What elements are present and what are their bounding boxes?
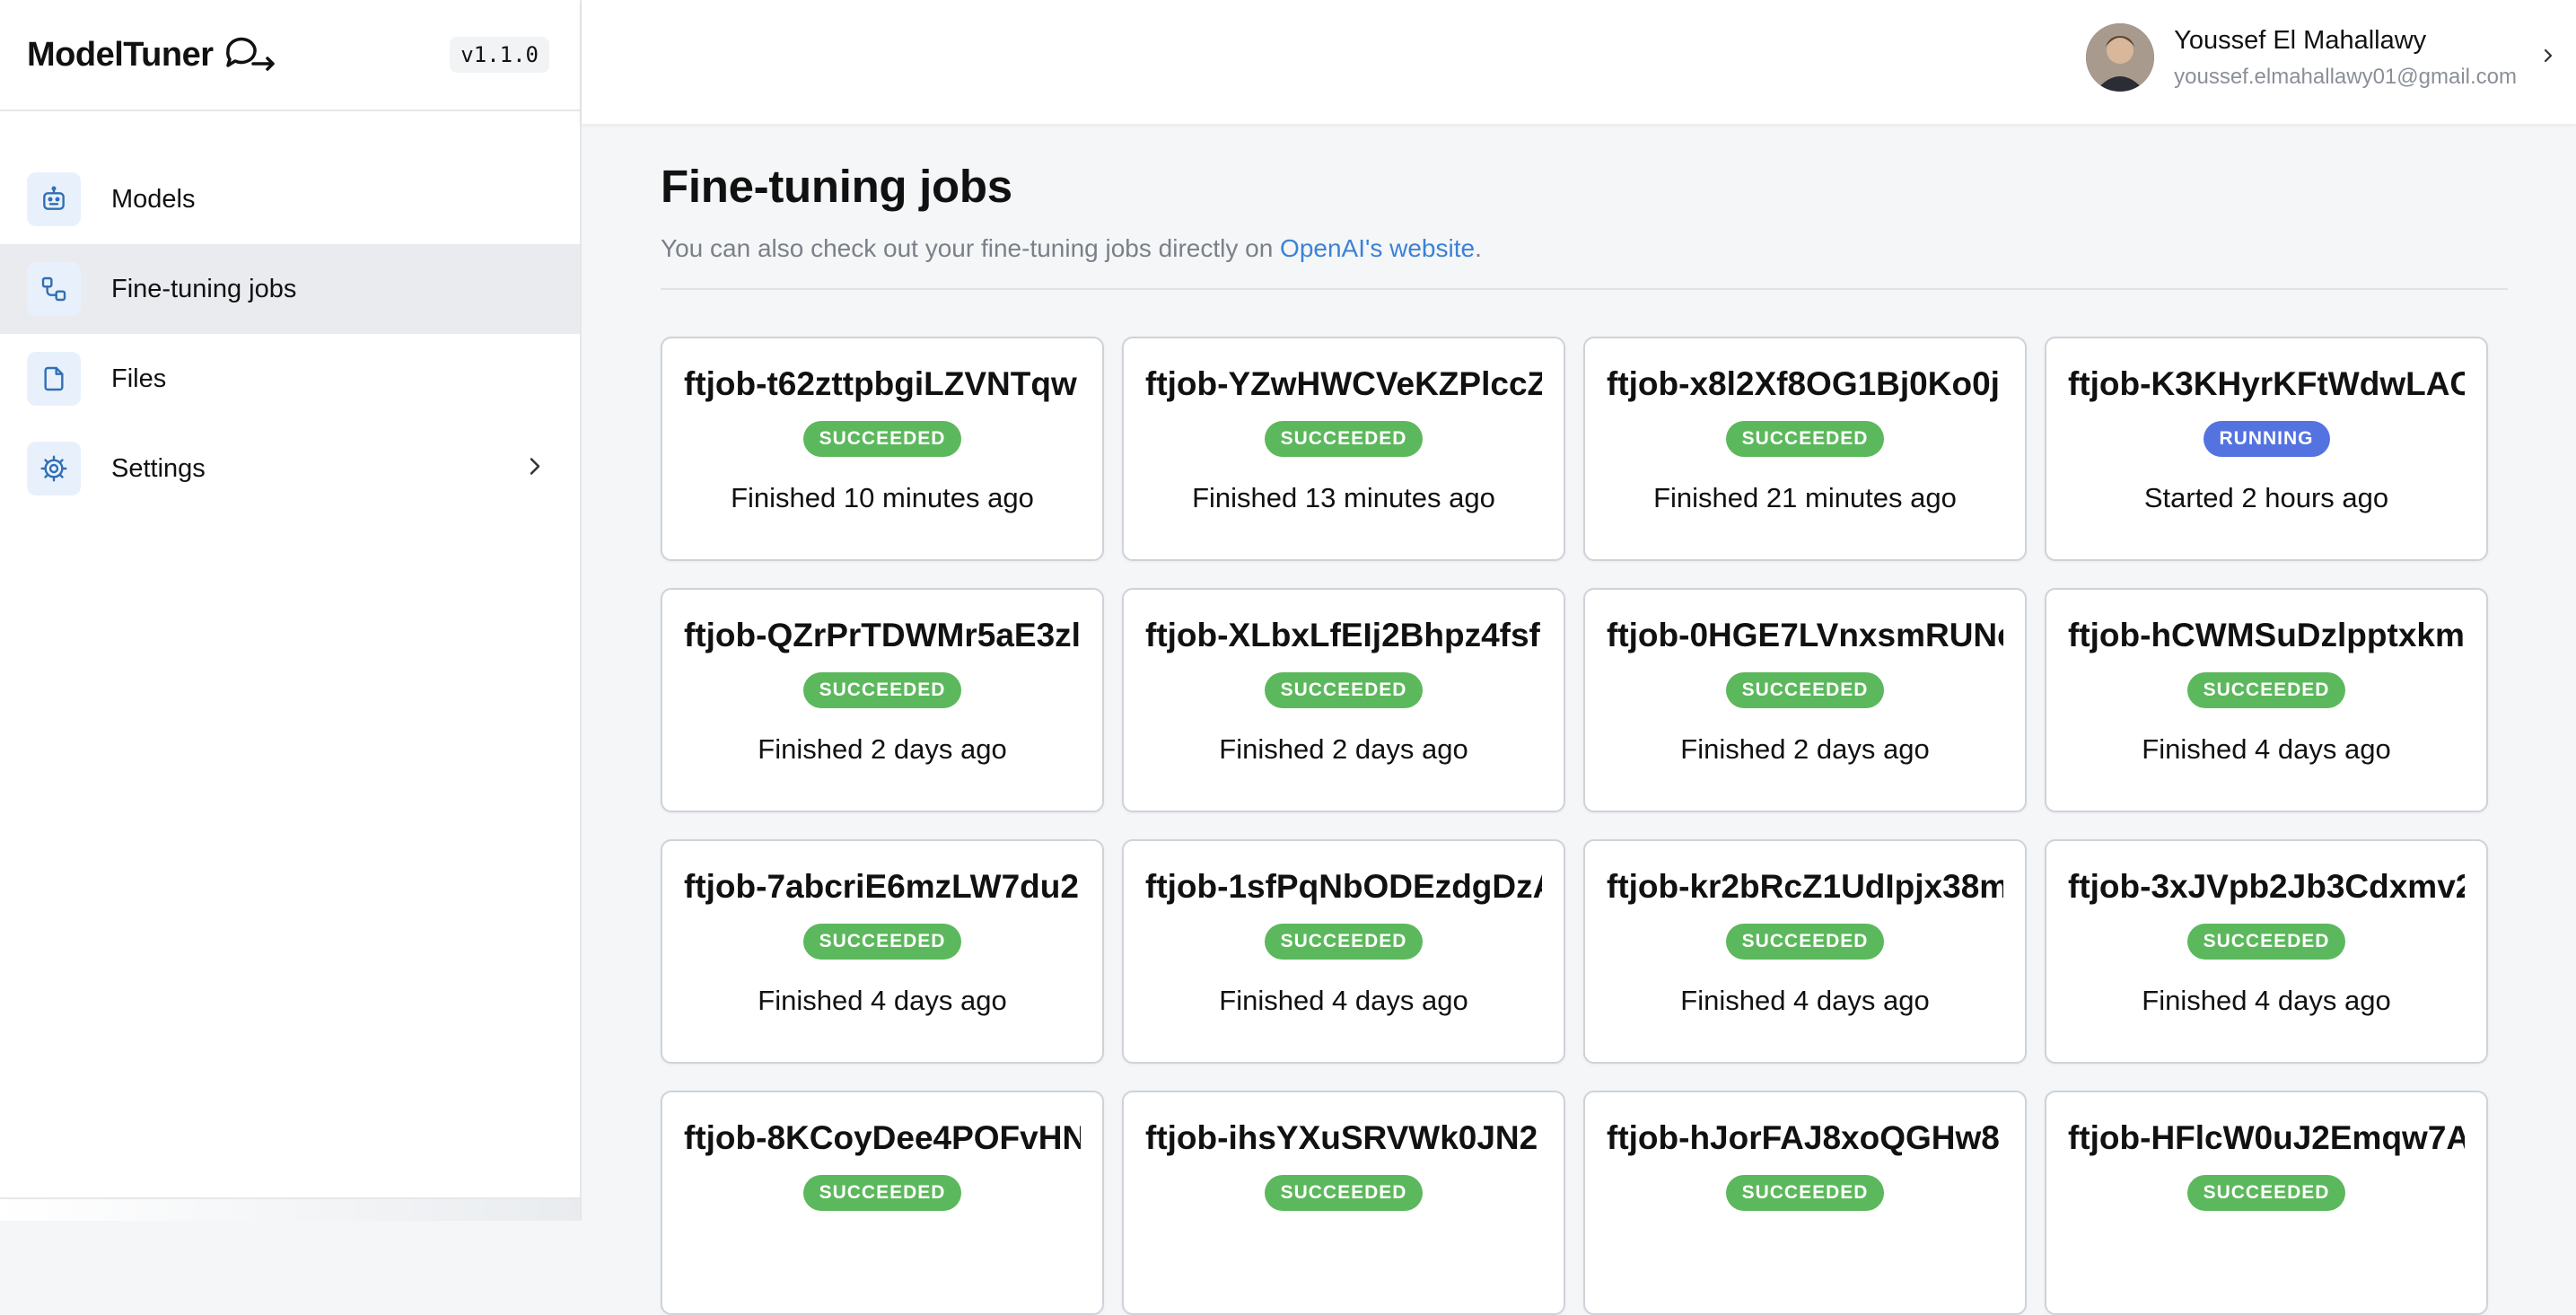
status-badge: SUCCEEDED: [1725, 672, 1885, 708]
status-badge: SUCCEEDED: [802, 421, 962, 457]
status-badge: SUCCEEDED: [2186, 924, 2346, 960]
robot-icon: [27, 172, 81, 226]
job-id: ftjob-8KCoyDee4POFvHN: [684, 1119, 1081, 1156]
divider: [661, 288, 2508, 290]
main-content: Fine-tuning jobs You can also check out …: [661, 124, 2508, 1315]
sidebar-header: ModelTuner v1.1.0: [0, 0, 580, 111]
job-card[interactable]: ftjob-QZrPrTDWMr5aE3zl SUCCEEDED Finished …: [661, 588, 1104, 812]
logo-chat-arrow-icon: [221, 31, 280, 79]
page-title: Fine-tuning jobs: [661, 161, 1012, 212]
job-id: ftjob-ihsYXuSRVWk0JN2: [1145, 1119, 1538, 1156]
chevron-right-icon: [2542, 45, 2556, 71]
job-time: Finished 2 days ago: [1219, 733, 1468, 765]
sidebar-item-label: Files: [111, 364, 167, 393]
job-id: ftjob-QZrPrTDWMr5aE3zl: [684, 617, 1081, 653]
job-time: Finished 4 days ago: [2142, 733, 2391, 765]
status-badge: SUCCEEDED: [802, 924, 962, 960]
job-time: Finished 13 minutes ago: [1192, 482, 1495, 513]
topbar: Youssef El Mahallawy youssef.elmahallawy…: [582, 0, 2576, 124]
app-logo[interactable]: ModelTuner: [27, 31, 280, 79]
sidebar-nav: Models Fine-tuning jobs Files Settings: [0, 154, 580, 513]
job-time: Finished 4 days ago: [1680, 985, 1930, 1016]
chevron-right-icon: [526, 456, 544, 482]
subtitle-period: .: [1475, 234, 1482, 262]
status-badge: SUCCEEDED: [2186, 1175, 2346, 1211]
jobs-grid: ftjob-t62zttpbgiLZVNTqw SUCCEEDED Finished…: [661, 337, 2508, 1315]
job-time: Finished 4 days ago: [758, 985, 1007, 1016]
version-badge: v1.1.0: [450, 37, 549, 73]
page-subtitle: You can also check out your fine-tuning …: [661, 234, 2508, 263]
subtitle-text: You can also check out your fine-tuning …: [661, 234, 1281, 262]
job-id: ftjob-t62zttpbgiLZVNTqw: [684, 365, 1077, 402]
sidebar: ModelTuner v1.1.0 Models Fine-tuning job…: [0, 0, 582, 1221]
job-id: ftjob-1sfPqNbODEzdgDzA: [1145, 868, 1542, 905]
job-card[interactable]: ftjob-8KCoyDee4POFvHN SUCCEEDED: [661, 1091, 1104, 1315]
status-badge: SUCCEEDED: [1725, 421, 1885, 457]
job-card[interactable]: ftjob-1sfPqNbODEzdgDzA SUCCEEDED Finished …: [1122, 839, 1565, 1064]
sidebar-item-label: Settings: [111, 453, 206, 483]
job-card[interactable]: ftjob-ihsYXuSRVWk0JN2 SUCCEEDED: [1122, 1091, 1565, 1315]
file-icon: [27, 352, 81, 406]
job-card[interactable]: ftjob-kr2bRcZ1UdIpjx38m SUCCEEDED Finished…: [1583, 839, 2027, 1064]
job-time: Finished 21 minutes ago: [1653, 482, 1957, 513]
job-id: ftjob-kr2bRcZ1UdIpjx38m: [1607, 868, 2003, 905]
job-time: Finished 2 days ago: [1680, 733, 1930, 765]
job-id: ftjob-HFlcW0uJ2Emqw7A: [2068, 1119, 2465, 1156]
job-card[interactable]: ftjob-XLbxLfEIj2Bhpz4fsf SUCCEEDED Finishe…: [1122, 588, 1565, 812]
user-name: Youssef El Mahallawy: [2174, 25, 2427, 55]
job-id: ftjob-XLbxLfEIj2Bhpz4fsf: [1145, 617, 1540, 653]
job-time: Finished 10 minutes ago: [731, 482, 1034, 513]
job-id: ftjob-hCWMSuDzlpptxkm: [2068, 617, 2465, 653]
job-card[interactable]: ftjob-t62zttpbgiLZVNTqw SUCCEEDED Finished…: [661, 337, 1104, 561]
avatar: [2086, 23, 2155, 92]
sidebar-item-settings[interactable]: Settings: [0, 424, 580, 513]
sidebar-item-label: Fine-tuning jobs: [111, 274, 297, 303]
user-email: youssef.elmahallawy01@gmail.com: [2174, 64, 2517, 89]
sidebar-item-models[interactable]: Models: [0, 154, 580, 244]
app-name: ModelTuner: [27, 35, 214, 74]
status-badge: SUCCEEDED: [1264, 924, 1424, 960]
job-card[interactable]: ftjob-YZwHWCVeKZPlccZ SUCCEEDED Finished 1…: [1122, 337, 1565, 561]
job-time: Finished 4 days ago: [1219, 985, 1468, 1016]
job-time: Started 2 hours ago: [2143, 482, 2389, 513]
job-card[interactable]: ftjob-x8l2Xf8OG1Bj0Ko0j SUCCEEDED Finished…: [1583, 337, 2027, 561]
openai-website-link[interactable]: OpenAI's website: [1280, 234, 1475, 262]
job-id: ftjob-hJorFAJ8xoQGHw8: [1607, 1119, 2000, 1156]
job-card[interactable]: ftjob-hCWMSuDzlpptxkm SUCCEEDED Finished 4…: [2045, 588, 2488, 812]
sidebar-item-label: Models: [111, 184, 196, 214]
job-id: ftjob-3xJVpb2Jb3Cdxmv2: [2068, 868, 2465, 905]
job-card[interactable]: ftjob-HFlcW0uJ2Emqw7A SUCCEEDED: [2045, 1091, 2488, 1315]
job-card[interactable]: ftjob-7abcriE6mzLW7du2 SUCCEEDED Finished …: [661, 839, 1104, 1064]
job-time: Finished 2 days ago: [758, 733, 1007, 765]
gear-icon: [27, 442, 81, 495]
job-id: ftjob-0HGE7LVnxsmRUNc: [1607, 617, 2003, 653]
job-id: ftjob-x8l2Xf8OG1Bj0Ko0j: [1607, 365, 2000, 402]
status-badge: SUCCEEDED: [1264, 672, 1424, 708]
job-id: ftjob-7abcriE6mzLW7du2: [684, 868, 1079, 905]
status-badge: SUCCEEDED: [802, 1175, 962, 1211]
job-id: ftjob-K3KHyrKFtWdwLAC: [2068, 365, 2465, 402]
job-card[interactable]: ftjob-hJorFAJ8xoQGHw8 SUCCEEDED: [1583, 1091, 2027, 1315]
status-badge: SUCCEEDED: [1264, 1175, 1424, 1211]
job-card[interactable]: ftjob-0HGE7LVnxsmRUNc SUCCEEDED Finished 2…: [1583, 588, 2027, 812]
workflow-icon: [27, 262, 81, 316]
status-badge: SUCCEEDED: [802, 672, 962, 708]
job-id: ftjob-YZwHWCVeKZPlccZ: [1145, 365, 1542, 402]
status-badge: SUCCEEDED: [2186, 672, 2346, 708]
sidebar-item-files[interactable]: Files: [0, 334, 580, 424]
status-badge: RUNNING: [2203, 421, 2330, 457]
job-card[interactable]: ftjob-3xJVpb2Jb3Cdxmv2 SUCCEEDED Finished …: [2045, 839, 2488, 1064]
sidebar-footer: [0, 1197, 580, 1221]
sidebar-item-fine-tuning-jobs[interactable]: Fine-tuning jobs: [0, 244, 580, 334]
job-card[interactable]: ftjob-K3KHyrKFtWdwLAC RUNNING Started 2 ho…: [2045, 337, 2488, 561]
status-badge: SUCCEEDED: [1725, 1175, 1885, 1211]
status-badge: SUCCEEDED: [1264, 421, 1424, 457]
job-time: Finished 4 days ago: [2142, 985, 2391, 1016]
user-info: Youssef El Mahallawy youssef.elmahallawy…: [2174, 26, 2517, 90]
status-badge: SUCCEEDED: [1725, 924, 1885, 960]
user-menu[interactable]: Youssef El Mahallawy youssef.elmahallawy…: [2086, 23, 2556, 92]
